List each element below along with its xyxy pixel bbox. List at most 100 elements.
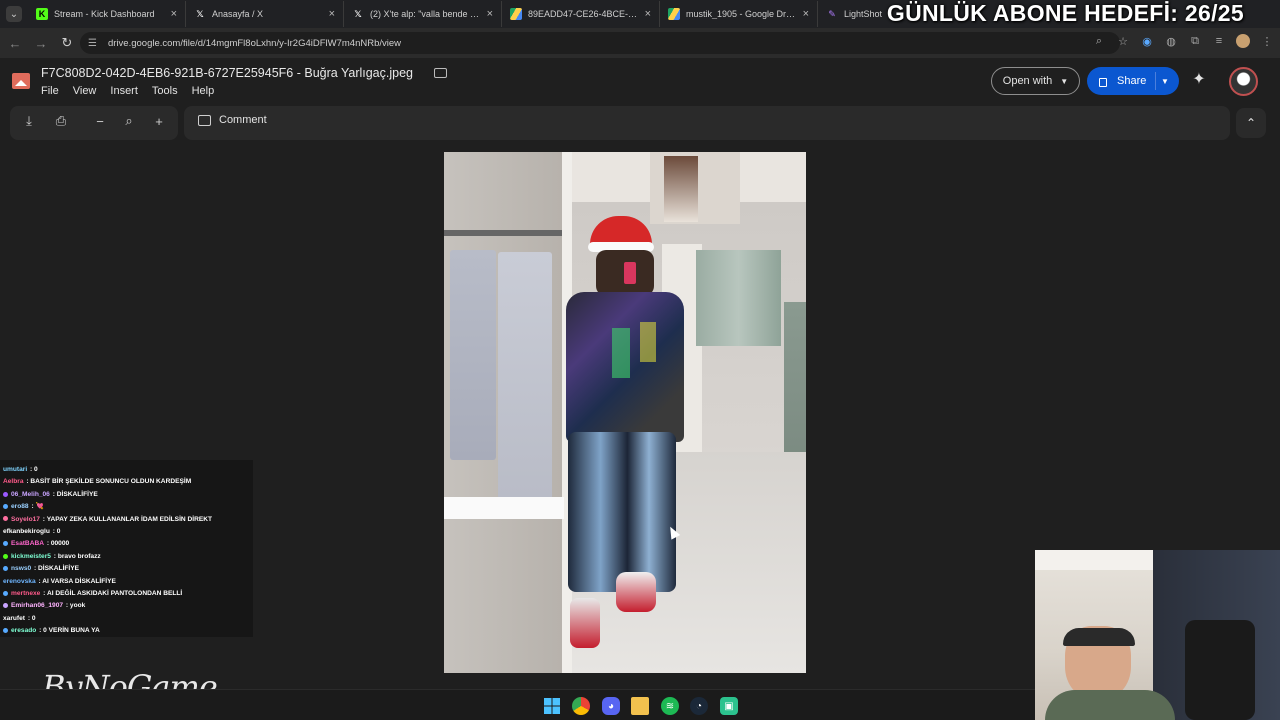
chat-username: erenovska <box>3 577 36 585</box>
browser-tab[interactable]: mustik_1905 - Google Drive × <box>660 1 818 27</box>
chat-username: ero88 <box>11 503 29 511</box>
drive-icon <box>668 8 680 20</box>
image-preview[interactable] <box>444 152 806 673</box>
tab-close-icon[interactable]: × <box>803 8 809 20</box>
chat-text: : 0 <box>28 466 38 473</box>
zoom-icon[interactable]: ⌕ <box>1092 34 1106 48</box>
move-to-folder-icon[interactable] <box>434 68 447 78</box>
chrome-icon[interactable] <box>572 697 590 715</box>
chat-username: 06_Melih_06 <box>11 490 50 498</box>
url-text: drive.google.com/file/d/14mgmFl8oLxhn/y-… <box>108 37 402 49</box>
chat-username: Emirhan06_1907 <box>11 602 64 610</box>
gemini-sparkle-icon[interactable]: ✦ <box>1190 71 1208 89</box>
chat-username: mertnexe <box>11 590 41 598</box>
chat-username: efkanbekiroglu <box>3 528 50 536</box>
extensions-puzzle-icon[interactable]: ⧉ <box>1188 34 1202 48</box>
menu-tools[interactable]: Tools <box>152 85 178 97</box>
chat-username: xarufet <box>3 614 25 622</box>
forward-icon[interactable]: → <box>30 32 52 54</box>
chat-text: : 0 VERİN BUNA YA <box>37 627 100 635</box>
file-explorer-icon[interactable] <box>631 697 649 715</box>
bookmark-star-icon[interactable]: ☆ <box>1116 34 1130 48</box>
more-menu-icon[interactable]: ⋮ <box>1260 34 1274 48</box>
media-icon[interactable]: ≡ <box>1212 34 1226 48</box>
menu-view[interactable]: View <box>73 85 97 97</box>
open-with-label: Open with <box>1002 75 1053 87</box>
zoom-in-icon[interactable]: + <box>151 113 167 129</box>
comment-bar <box>184 106 1230 140</box>
chevron-down-icon[interactable]: ▼ <box>1161 77 1169 86</box>
chat-text: : DİSKALİFİYE <box>32 565 80 573</box>
tab-title: 89EADD47-CE26-4BCE-A259-0 <box>528 9 639 19</box>
chat-message: EsatBABA : 00000 <box>3 538 250 550</box>
chat-message: erenovska : AI VARSA DİSKALİFİYE <box>3 576 250 588</box>
screen: ⌄ K Stream - Kick Dashboard × 𝕏 Anasayfa… <box>0 0 1280 720</box>
download-icon[interactable]: ⤓ <box>21 113 37 129</box>
tab-close-icon[interactable]: × <box>329 8 335 20</box>
collapse-toolbar-icon[interactable]: ⌃ <box>1236 108 1266 138</box>
site-info-icon[interactable]: ☰ <box>88 38 102 49</box>
subscriber-goal-overlay: GÜNLÜK ABONE HEDEFİ: 26/25 <box>886 0 1244 26</box>
tab-close-icon[interactable]: × <box>171 8 177 20</box>
reload-icon[interactable]: ↻ <box>56 32 78 54</box>
browser-tab[interactable]: 89EADD47-CE26-4BCE-A259-0 × <box>502 1 660 27</box>
open-with-button[interactable]: Open with ▼ <box>991 67 1080 95</box>
browser-tab[interactable]: 𝕏 Anasayfa / X × <box>186 1 344 27</box>
chat-text: : DİSKALİFİYE <box>50 490 98 498</box>
chat-text: : AI DEĞİL ASKIDAKİ PANTOLONDAN BELLİ <box>41 590 183 598</box>
browser-tab[interactable]: 𝕏 (2) X'te alp: "valla bende evde × <box>344 1 502 27</box>
badge-icon <box>3 628 8 634</box>
windows-start-icon[interactable] <box>543 697 561 715</box>
lightshot-icon: ✎ <box>828 8 836 19</box>
x-icon: 𝕏 <box>196 8 204 19</box>
chat-message: kickmeister5 : bravo brofazz <box>3 551 250 563</box>
badge-icon <box>3 516 8 522</box>
chat-text: : bravo brofazz <box>51 552 101 560</box>
chat-text: : 00000 <box>44 540 70 548</box>
kick-icon: K <box>36 8 48 20</box>
extension-icons: ⌕ ☆ ◉ ◍ ⧉ ≡ ⋮ <box>1092 34 1274 48</box>
chat-message: eresado : 0 VERİN BUNA YA <box>3 625 250 637</box>
browser-tab[interactable]: K Stream - Kick Dashboard × <box>28 1 186 27</box>
tab-search-icon[interactable]: ⌄ <box>6 6 22 22</box>
extension-icon[interactable]: ◍ <box>1164 34 1178 48</box>
share-button[interactable]: Share ▼ <box>1087 67 1179 95</box>
menu-file[interactable]: File <box>41 85 59 97</box>
image-file-icon <box>12 73 30 89</box>
badge-icon <box>3 566 8 571</box>
chat-username: eresado <box>11 627 37 635</box>
add-comment-icon <box>198 114 211 126</box>
zoom-out-icon[interactable]: − <box>92 113 108 129</box>
file-title: F7C808D2-042D-4EB6-921B-6727E25945F6 - B… <box>41 66 413 80</box>
chat-text: : yook <box>64 602 86 610</box>
chat-message: xarufet : 0 <box>3 613 250 625</box>
chat-text: : 0 <box>50 528 61 536</box>
badge-icon <box>3 553 8 559</box>
spotify-icon[interactable]: ≋ <box>661 697 679 715</box>
chat-text: : 💘 <box>29 503 44 511</box>
chat-message: umutari : 0 <box>3 464 250 476</box>
account-avatar[interactable] <box>1229 67 1258 96</box>
menu-insert[interactable]: Insert <box>110 85 138 97</box>
chat-text: : AI VARSA DİSKALİFİYE <box>36 577 116 585</box>
extension-icon[interactable]: ◉ <box>1140 34 1154 48</box>
print-icon[interactable]: ⎙ <box>53 113 69 129</box>
chat-message: efkanbekiroglu : 0 <box>3 526 250 538</box>
tab-close-icon[interactable]: × <box>487 8 493 20</box>
chat-text: : YAPAY ZEKA KULLANANLAR İDAM EDİLSİN Dİ… <box>40 515 213 523</box>
tab-title: Anasayfa / X <box>212 9 264 19</box>
chat-username: kickmeister5 <box>11 552 51 560</box>
address-bar[interactable]: ☰ drive.google.com/file/d/14mgmFl8oLxhn/… <box>80 32 1120 54</box>
menu-help[interactable]: Help <box>192 85 215 97</box>
chat-username: umutari <box>3 466 28 473</box>
discord-icon[interactable]: ◕ <box>602 697 620 715</box>
share-label: Share <box>1117 75 1147 87</box>
chat-message: Emirhan06_1907 : yook <box>3 600 250 612</box>
comment-button[interactable]: Comment <box>198 114 267 126</box>
profile-avatar-icon[interactable] <box>1236 34 1250 48</box>
app-icon[interactable]: ▣ <box>720 697 738 715</box>
tab-close-icon[interactable]: × <box>645 8 651 20</box>
zoom-icon[interactable]: ⌕ <box>121 113 137 129</box>
back-icon[interactable]: ← <box>4 32 26 54</box>
steam-icon[interactable]: ◔ <box>690 697 708 715</box>
